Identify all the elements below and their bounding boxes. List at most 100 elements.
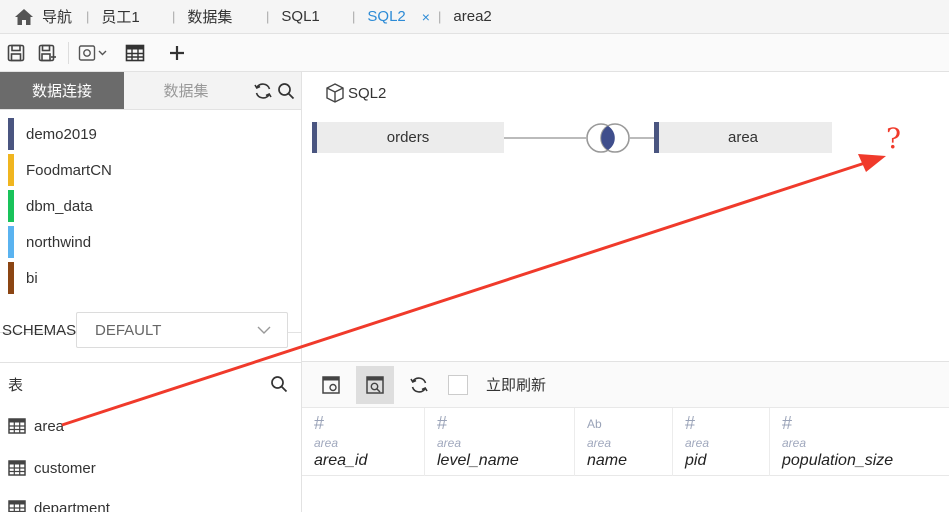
save-icon <box>7 44 25 61</box>
connection-item-bi[interactable]: bi <box>0 260 301 296</box>
chevron-down-icon <box>257 326 271 334</box>
settings-icon <box>78 44 107 61</box>
preview-button[interactable] <box>356 365 394 404</box>
join-connector[interactable] <box>504 120 656 156</box>
connection-color-bar <box>8 154 14 186</box>
table-view-button[interactable] <box>119 34 151 72</box>
data-pane-toolbar: 立即刷新 <box>302 362 949 408</box>
column-source: area <box>782 436 807 450</box>
tables-label: 表 <box>8 377 24 394</box>
node-label: orders <box>386 129 430 146</box>
connection-item-foodmartcn[interactable]: FoodmartCN <box>0 152 301 188</box>
tab-separator: | <box>266 9 270 24</box>
save-as-button[interactable] <box>32 34 64 72</box>
refresh-icon <box>410 376 428 393</box>
tab-sql2[interactable]: | SQL2 × <box>352 0 438 34</box>
table-icon <box>8 500 26 512</box>
column-header-level-name[interactable]: # area level_name <box>425 408 575 476</box>
tab-label: SQL1 <box>281 8 320 25</box>
toolbar <box>0 34 949 72</box>
tab-area2[interactable]: | area2 <box>438 0 524 34</box>
tab-bar: 导航 | 员工1 | 数据集 | SQL1 | SQL2 × | area2 <box>0 0 949 34</box>
connection-color-bar <box>8 262 14 294</box>
tab-employee1[interactable]: | 员工1 <box>86 0 172 34</box>
close-icon[interactable]: × <box>422 9 430 25</box>
column-source: area <box>587 436 612 450</box>
tables-header: 表 <box>0 362 302 406</box>
settings-icon <box>322 375 340 394</box>
column-name: area_id <box>314 452 368 469</box>
tab-data-connections[interactable]: 数据连接 <box>0 72 124 109</box>
left-panel-tabs: 数据连接 数据集 <box>0 72 301 110</box>
save-button[interactable] <box>0 34 32 72</box>
schema-select[interactable]: DEFAULT <box>76 312 288 348</box>
question-annotation: ? <box>886 122 902 155</box>
node-label: area <box>727 129 759 146</box>
table-icon <box>8 418 26 434</box>
connection-label: northwind <box>26 233 92 251</box>
connection-label: FoodmartCN <box>26 161 112 179</box>
settings-dropdown-button[interactable] <box>73 34 113 72</box>
tab-datasets[interactable]: 数据集 <box>124 72 248 109</box>
connection-label: demo2019 <box>26 125 97 143</box>
node-edge <box>312 122 317 153</box>
home-icon <box>15 8 33 25</box>
tab-separator: | <box>438 9 442 24</box>
table-label: customer <box>34 459 96 477</box>
column-source: area <box>437 436 462 450</box>
column-source: area <box>685 436 710 450</box>
result-grid-header: # area area_id # area level_name Ab area… <box>302 408 949 476</box>
connection-color-bar <box>8 118 14 150</box>
column-header-area-id[interactable]: # area area_id <box>302 408 425 476</box>
table-icon <box>8 460 26 476</box>
table-item-department[interactable]: department <box>0 488 302 512</box>
auto-refresh-checkbox[interactable] <box>448 374 468 395</box>
column-header-pid[interactable]: # area pid <box>673 408 770 476</box>
add-button[interactable] <box>161 34 193 72</box>
schemas-label: SCHEMAS <box>2 321 77 339</box>
search-icon[interactable] <box>270 375 288 393</box>
settings-button[interactable] <box>312 366 350 404</box>
connection-item-northwind[interactable]: northwind <box>0 224 301 260</box>
join-canvas[interactable]: SQL2 orders area ? <box>302 72 949 362</box>
preview-icon <box>366 375 384 394</box>
column-header-population-size[interactable]: # area population_size <box>770 408 949 476</box>
column-header-name[interactable]: Ab area name <box>575 408 673 476</box>
table-item-area[interactable]: area <box>0 406 302 446</box>
tab-label: 导航 <box>42 9 73 26</box>
auto-refresh-label: 立即刷新 <box>486 377 547 394</box>
left-panel: 数据连接 数据集 demo2019 FoodmartCN dbm_data no… <box>0 72 302 512</box>
left-panel-actions <box>248 72 301 109</box>
number-type-icon: # <box>314 413 325 433</box>
tab-sql1[interactable]: | SQL1 <box>266 0 352 34</box>
tab-label: 员工1 <box>101 9 140 26</box>
column-name: pid <box>685 452 707 469</box>
tab-separator: | <box>86 9 90 24</box>
column-name: population_size <box>782 452 894 469</box>
connection-list: demo2019 FoodmartCN dbm_data northwind b… <box>0 110 301 333</box>
schema-select-value: DEFAULT <box>95 321 162 339</box>
search-icon[interactable] <box>277 82 295 100</box>
tab-dataset[interactable]: | 数据集 <box>172 0 266 34</box>
table-icon <box>125 44 145 61</box>
number-type-icon: # <box>782 413 793 433</box>
join-node-right[interactable]: area <box>654 122 832 153</box>
column-source: area <box>314 436 339 450</box>
connection-item-dbm-data[interactable]: dbm_data <box>0 188 301 224</box>
table-item-customer[interactable]: customer <box>0 448 302 488</box>
tab-label: 数据集 <box>187 9 233 26</box>
text-type-icon: Ab <box>587 417 602 431</box>
tab-separator: | <box>352 9 356 24</box>
number-type-icon: # <box>437 413 448 433</box>
join-node-left[interactable]: orders <box>312 122 504 153</box>
save-as-icon <box>38 44 56 61</box>
refresh-icon[interactable] <box>253 81 273 101</box>
refresh-button[interactable] <box>400 366 438 404</box>
sql-title: SQL2 <box>324 82 386 104</box>
tab-navigation[interactable]: 导航 <box>0 0 86 34</box>
sql-title-label: SQL2 <box>348 84 387 102</box>
column-name: level_name <box>437 452 519 469</box>
connection-item-demo2019[interactable]: demo2019 <box>0 116 301 152</box>
connection-label: bi <box>26 269 38 287</box>
tab-separator: | <box>172 9 176 24</box>
